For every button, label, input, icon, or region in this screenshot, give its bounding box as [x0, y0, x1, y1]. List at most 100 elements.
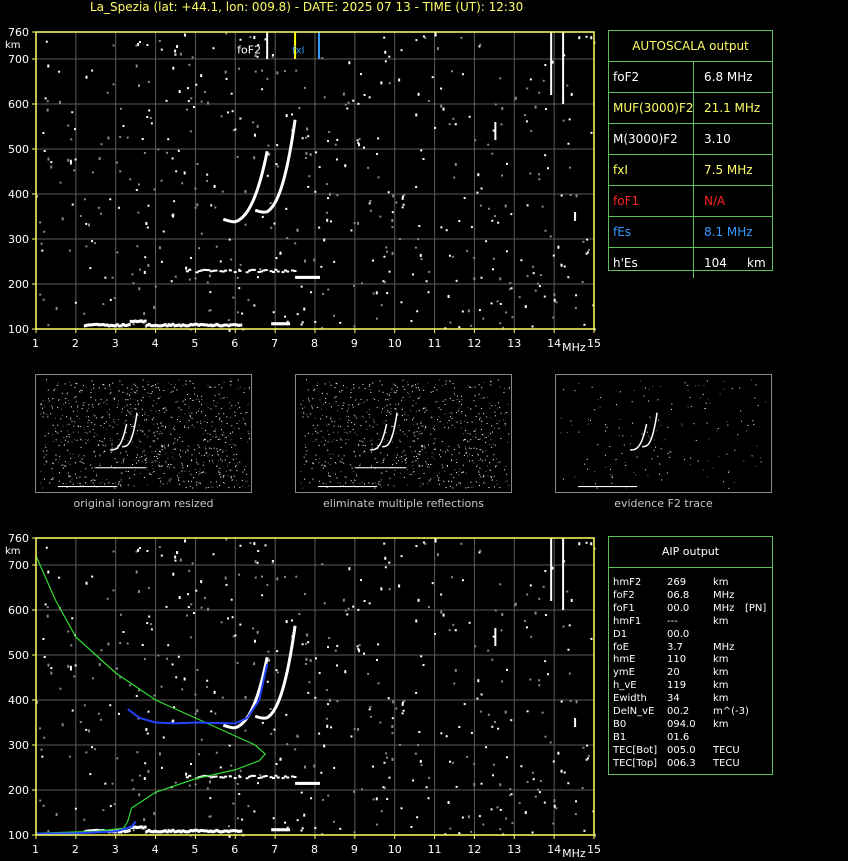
- thumb-speck: [317, 432, 319, 434]
- noise-speck: [339, 321, 342, 324]
- thumb-speck: [594, 409, 596, 411]
- thumb-speck: [447, 465, 449, 467]
- thumb-speck: [324, 383, 326, 385]
- thumb-speck: [387, 440, 389, 442]
- thumb-speck: [368, 482, 370, 484]
- thumb-speck: [40, 482, 42, 484]
- thumb-speck: [141, 456, 143, 458]
- noise-speck: [570, 92, 573, 96]
- noise-speck: [534, 105, 537, 109]
- thumb-speck: [438, 407, 440, 409]
- noise-speck: [206, 685, 209, 688]
- thumb-speck: [93, 484, 95, 486]
- thumb-speck: [158, 387, 160, 389]
- noise-speck: [490, 302, 493, 305]
- noise-speck: [494, 721, 497, 724]
- noise-speck: [291, 619, 294, 622]
- thumb-speck: [417, 383, 419, 385]
- noise-speck: [74, 664, 77, 667]
- thumb-speck: [207, 432, 209, 434]
- noise-speck: [328, 131, 331, 134]
- noise-speck: [144, 762, 147, 765]
- noise-speck: [46, 100, 49, 103]
- noise-speck: [494, 103, 497, 106]
- thumb-speck: [70, 406, 72, 408]
- noise-speck: [85, 75, 88, 79]
- thumb-speck: [413, 460, 415, 462]
- thumb-speck: [422, 483, 424, 485]
- thumb-speck: [155, 402, 157, 404]
- thumb-speck: [93, 414, 95, 416]
- noise-speck: [69, 159, 72, 162]
- thumb-speck: [395, 433, 397, 435]
- thumb-speck: [65, 397, 67, 399]
- aip-row-d1: D1 00.0: [613, 628, 773, 641]
- thumb-speck: [129, 398, 131, 400]
- thumb-speck: [394, 408, 396, 410]
- thumb-speck: [114, 397, 116, 399]
- noise-speck: [585, 541, 588, 544]
- thumb-speck: [69, 481, 71, 483]
- thumb-speck: [318, 461, 320, 463]
- thumb-speck: [81, 439, 83, 441]
- thumb-speck: [480, 407, 482, 409]
- aip-name: Ewidth: [613, 693, 647, 705]
- thumb-speck: [198, 446, 200, 448]
- thumb-speck: [158, 462, 160, 464]
- noise-speck: [252, 121, 255, 124]
- thumb-speck: [187, 450, 189, 452]
- thumb-speck: [707, 460, 709, 462]
- noise-speck: [113, 297, 116, 300]
- thumb-speck: [114, 487, 116, 489]
- thumb-speck: [420, 465, 422, 467]
- thumb-speck: [455, 412, 457, 414]
- thumb-speck: [659, 463, 661, 465]
- noise-speck: [526, 274, 529, 277]
- noise-speck: [269, 708, 272, 711]
- thumb-speck: [79, 482, 81, 484]
- thumb-speck: [402, 386, 404, 388]
- noise-speck: [145, 727, 148, 731]
- trace-es: [274, 774, 278, 777]
- noise-speck: [333, 260, 336, 263]
- noise-speck: [363, 652, 366, 655]
- noise-speck: [266, 77, 269, 80]
- thumb-speck: [706, 422, 708, 424]
- thumb-speck: [186, 394, 188, 396]
- aip-unit: m^(-3): [713, 706, 749, 717]
- thumb-speck: [151, 419, 153, 421]
- noise-speck: [300, 791, 303, 794]
- noise-speck: [304, 662, 307, 665]
- thumb-speck: [467, 432, 469, 434]
- noise-speck: [309, 659, 312, 663]
- noise-speck: [534, 611, 537, 615]
- thumb-speck: [431, 452, 433, 454]
- x-tick-label: 6: [231, 843, 238, 856]
- noise-speck: [43, 150, 46, 153]
- thumb-speck: [220, 449, 222, 451]
- thumb-speck: [133, 391, 135, 393]
- aip-row-hmf1: hmF1 --- km: [613, 615, 773, 628]
- thumb-speck: [77, 482, 79, 484]
- thumb-speck: [91, 389, 93, 391]
- thumb-speck: [145, 457, 147, 459]
- thumb-speck: [207, 385, 209, 387]
- noise-speck: [538, 597, 541, 600]
- thumb-speck: [242, 417, 244, 419]
- thumb-trace: [144, 467, 147, 469]
- thumb-speck: [391, 464, 393, 466]
- thumb-speck: [420, 482, 422, 484]
- thumb-speck: [114, 458, 116, 460]
- noise-speck: [187, 100, 190, 103]
- thumb-trace: [635, 486, 638, 488]
- noise-speck: [153, 694, 156, 697]
- thumb-speck: [453, 477, 455, 479]
- noise-speck: [225, 538, 228, 541]
- thumb-speck: [329, 463, 331, 465]
- noise-speck: [104, 276, 107, 279]
- thumb-speck: [248, 438, 250, 440]
- thumb-speck: [499, 461, 501, 463]
- thumb-speck: [337, 405, 339, 407]
- thumb-speck: [479, 473, 481, 475]
- thumb-speck: [50, 479, 52, 481]
